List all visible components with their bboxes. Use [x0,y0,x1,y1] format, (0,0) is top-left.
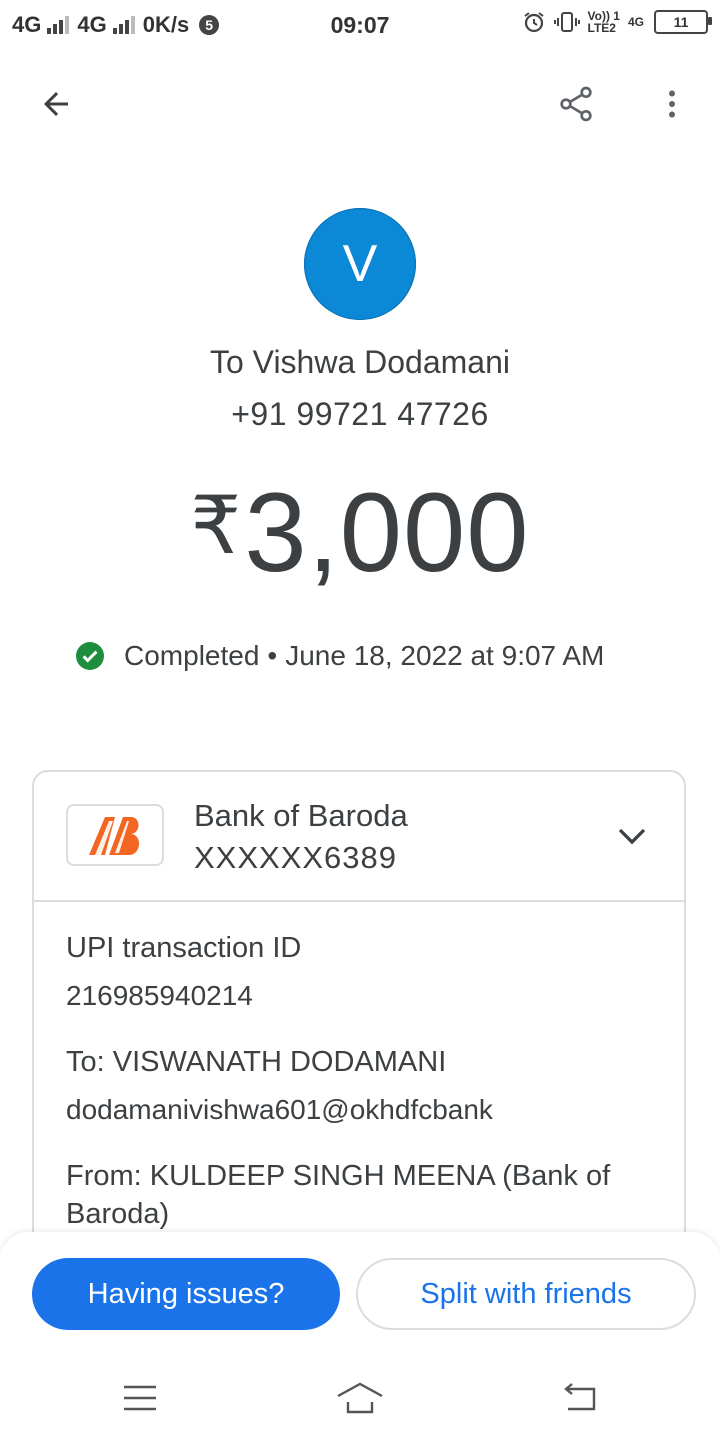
payment-status: Completed • June 18, 2022 at 9:07 AM [76,636,604,676]
currency-symbol: ₹ [190,481,243,570]
status-bar: 4G 4G 0K/s 5 09:07 Vo)) 1 LTE2 4G 11 [0,0,720,52]
return-icon [564,1383,596,1411]
more-vert-icon [669,90,675,118]
transaction-details-screen: 4G 4G 0K/s 5 09:07 Vo)) 1 LTE2 4G 11 V T… [0,0,720,1440]
status-text: Completed [124,640,260,671]
chevron-down-icon[interactable] [614,818,650,854]
from-account-line-2: Baroda) [66,1198,170,1230]
status-right: Vo)) 1 LTE2 4G 11 [514,10,712,34]
payment-amount: ₹3,000 [0,468,720,597]
arrow-back-icon [44,92,68,116]
nav-menu-button[interactable] [108,1376,172,1420]
volte-indicator: Vo)) 1 LTE2 [588,10,620,34]
battery-icon: 11 [654,10,712,34]
network-label-3: 4G [627,15,644,29]
bank-account-number: XXXXXX6389 [194,840,398,875]
alarm-icon [523,12,544,33]
recipient-phone: +91 99721 47726 [231,396,489,432]
upi-id-label: UPI transaction ID [66,932,302,964]
to-upi-id: dodamanivishwa601@okhdfcbank [66,1094,493,1125]
share-icon [560,86,592,122]
to-account-label: To: VISWANATH DODAMANI [66,1046,447,1078]
bank-account-row[interactable]: Bank of Baroda XXXXXX6389 [34,772,684,902]
bottom-action-panel: Having issues? Split with friends [0,1232,720,1440]
from-account-line-1: From: KULDEEP SINGH MEENA (Bank of [66,1160,611,1192]
nav-home-button[interactable] [328,1376,392,1420]
check-circle-icon [76,642,104,670]
having-issues-button[interactable]: Having issues? [32,1258,340,1330]
vibrate-icon [553,12,580,32]
split-with-friends-button[interactable]: Split with friends [356,1258,696,1330]
back-button[interactable] [28,76,84,132]
bank-logo [66,804,164,866]
nav-back-button[interactable] [548,1376,612,1420]
amount-value: 3,000 [244,470,530,595]
status-separator: • [267,640,278,671]
recipient-name: To Vishwa Dodamani [209,344,510,380]
share-button[interactable] [548,76,604,132]
more-options-button[interactable] [644,76,700,132]
lte-label: LTE2 [587,21,616,35]
bank-of-baroda-logo-icon [89,817,140,855]
recipient-avatar: V [304,208,416,320]
menu-icon [124,1385,156,1411]
bank-name: Bank of Baroda [194,798,408,833]
battery-level: 11 [673,14,689,30]
home-icon [337,1382,383,1414]
upi-id-value: 216985940214 [66,980,253,1011]
payment-datetime: June 18, 2022 at 9:07 AM [285,640,605,671]
